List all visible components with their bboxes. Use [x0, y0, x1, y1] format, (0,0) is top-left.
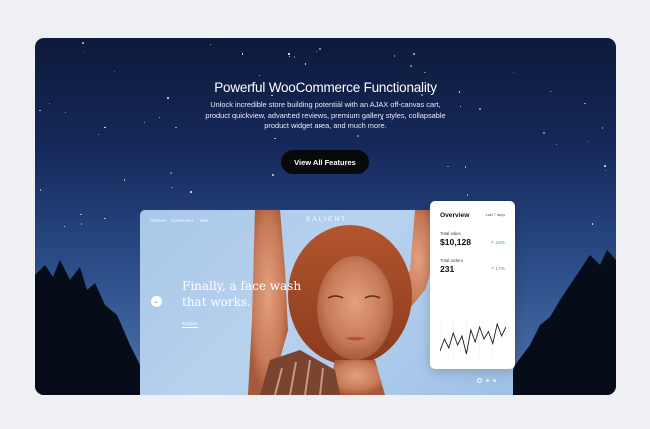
overview-period-select[interactable]: Last 7 days	[486, 213, 505, 217]
star	[258, 74, 261, 77]
star	[143, 121, 146, 124]
total-sales-change: ↗ 24%	[490, 241, 505, 246]
star	[601, 127, 604, 129]
sales-sparkline-chart	[440, 318, 506, 358]
star	[271, 94, 273, 97]
star	[288, 53, 290, 55]
star	[64, 111, 67, 114]
star	[123, 179, 126, 181]
overview-title: Overview	[440, 212, 470, 219]
star	[393, 55, 396, 57]
total-orders-change: ↗ 17%	[490, 267, 505, 272]
star	[171, 186, 173, 189]
star	[410, 65, 412, 67]
star	[175, 126, 177, 129]
star	[167, 97, 169, 99]
star	[464, 166, 467, 168]
star	[479, 108, 481, 110]
overview-card: Overview Last 7 days Total sales $10,128…	[430, 201, 515, 369]
star	[459, 105, 462, 108]
star	[584, 102, 586, 105]
total-orders-label: Total orders	[440, 258, 463, 263]
star	[555, 143, 558, 146]
star	[293, 56, 296, 58]
slider-dot-1[interactable]	[477, 378, 482, 383]
slider-prev-button[interactable]: ←	[151, 296, 162, 307]
star	[104, 126, 106, 129]
star	[543, 132, 545, 134]
hero-title: Powerful WooCommerce Functionality	[214, 80, 437, 95]
total-orders-value: 231	[440, 264, 455, 274]
hero-section: Powerful WooCommerce Functionality Unloc…	[35, 38, 616, 395]
star	[272, 174, 274, 176]
star	[288, 55, 291, 58]
star	[447, 165, 449, 168]
star	[413, 53, 415, 55]
star	[604, 169, 607, 172]
star	[39, 189, 42, 191]
star	[48, 102, 51, 105]
star	[315, 50, 318, 53]
star	[82, 51, 85, 54]
star	[319, 48, 321, 50]
star	[39, 109, 41, 112]
star	[424, 71, 426, 74]
slide-headline: Finally, a face wash that works.	[182, 279, 302, 309]
slider-dot-3[interactable]	[493, 379, 496, 382]
total-sales-label: Total sales	[440, 231, 461, 236]
star	[357, 135, 359, 137]
star	[190, 191, 192, 193]
star	[604, 165, 606, 167]
star	[97, 133, 100, 136]
star	[274, 137, 276, 140]
star	[170, 172, 172, 174]
slider-pagination	[477, 378, 496, 383]
star	[466, 194, 469, 196]
star	[113, 70, 116, 73]
hero-description: Unlock incredible store building potenti…	[205, 100, 446, 130]
star	[304, 63, 307, 65]
view-all-features-button[interactable]: View All Features	[281, 150, 369, 174]
total-sales-value: $10,128	[440, 237, 472, 247]
star	[82, 42, 84, 44]
star	[512, 71, 515, 74]
sparkline-series	[440, 322, 506, 355]
explore-link[interactable]: Explore	[182, 321, 198, 328]
star	[209, 43, 212, 46]
slider-dot-2[interactable]	[486, 379, 489, 382]
star	[586, 140, 589, 143]
star	[158, 116, 161, 119]
star	[241, 53, 244, 55]
